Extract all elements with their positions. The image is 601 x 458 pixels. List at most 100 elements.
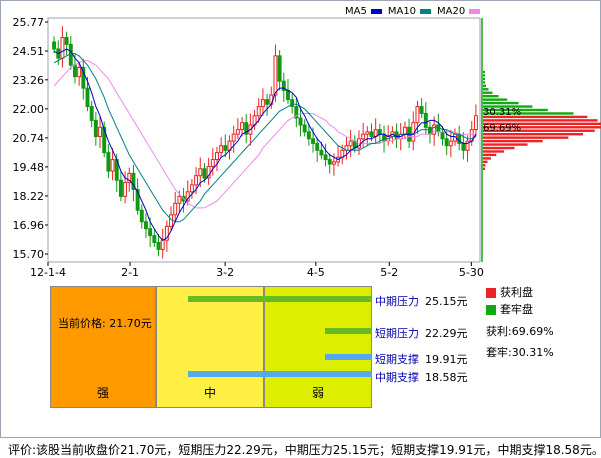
candle-body — [315, 142, 320, 151]
profit-ratio: 获利:69.69% — [486, 325, 554, 338]
level-short-support-label: 短期支撑 — [375, 353, 419, 366]
level-short-support: 短期支撑 19.91元 — [375, 351, 468, 367]
chip-bar — [483, 101, 519, 105]
candle-body — [298, 117, 303, 126]
chip-distribution — [483, 70, 601, 170]
level-mid-support: 中期支撑 18.58元 — [375, 369, 468, 385]
chip-bar — [483, 74, 485, 77]
candle-body — [348, 140, 353, 147]
candle-body — [444, 138, 449, 147]
level-bar — [188, 371, 372, 377]
y-tick-label: 16.96 — [13, 219, 45, 232]
candle-body — [123, 182, 128, 197]
chip-bar — [483, 136, 569, 139]
x-tick-label: 12-1-4 — [30, 266, 66, 279]
trapped-pct-label: 30.31% — [483, 107, 521, 118]
candle-body — [319, 149, 324, 156]
candle-body — [361, 133, 366, 140]
x-tick-label: 4-5 — [307, 266, 325, 279]
level-mid-support-value: 18.58元 — [425, 371, 468, 384]
candle-body — [198, 168, 203, 177]
candle-body — [93, 119, 98, 138]
candlestick-chart: 25.77 24.51 23.26 22.00 20.74 19.48 18.22 16.96… — [13, 16, 601, 279]
candle-body — [106, 152, 111, 172]
chip-bar — [483, 84, 486, 88]
candle-body — [265, 99, 270, 105]
zone-medium: 中 — [156, 286, 264, 408]
candle-body — [402, 126, 407, 135]
summary-text: 评价:该股当前收盘价21.70元，短期压力22.29元，中期压力25.15元；短… — [8, 443, 601, 457]
y-tick-label: 20.74 — [13, 132, 45, 145]
chip-bar — [483, 70, 485, 74]
zone-medium-label: 中 — [203, 386, 216, 400]
candle-body — [290, 99, 295, 108]
x-tick-label: 5-30 — [459, 266, 484, 279]
x-tick-label: 2-1 — [121, 266, 139, 279]
candle-body — [260, 99, 265, 108]
candle-body — [64, 36, 69, 45]
candle-body — [377, 129, 382, 135]
y-tick-label: 25.77 — [13, 16, 45, 29]
chip-bar — [483, 91, 493, 94]
candle-body — [369, 131, 374, 138]
x-tick-label: 5-2 — [380, 266, 398, 279]
candle-body — [85, 87, 90, 108]
candle-body — [461, 142, 466, 151]
chip-bar — [483, 164, 486, 167]
chip-bar — [483, 94, 499, 98]
current-price-value: 21.70元 — [109, 317, 152, 330]
candle-body — [302, 124, 307, 133]
candle-body — [327, 159, 332, 165]
legend-profit: 获利盘 — [486, 284, 533, 300]
level-bar — [325, 354, 372, 360]
candle-body — [160, 239, 165, 250]
candle-body — [173, 202, 178, 216]
chip-bar — [483, 153, 497, 157]
zone-weak-label: 弱 — [311, 386, 324, 400]
y-tick-label: 24.51 — [13, 45, 45, 58]
candle-body — [215, 152, 219, 161]
chip-bar — [483, 157, 491, 160]
candle-body — [256, 106, 261, 117]
current-price-label: 当前价格: — [58, 317, 106, 330]
candle-body — [202, 168, 207, 179]
candle-body — [194, 175, 199, 186]
candle-body — [52, 41, 57, 50]
candle-body — [240, 122, 244, 131]
candle-body — [148, 228, 153, 237]
candle-body — [189, 184, 194, 193]
trapped-swatch — [486, 305, 496, 315]
current-price: 当前价格: 21.70元 — [58, 315, 152, 331]
level-short-resistance: 短期压力 22.29元 — [375, 325, 468, 341]
candle-body — [60, 36, 65, 59]
level-short-support-value: 19.91元 — [425, 353, 468, 366]
legend-trapped-label: 套牢盘 — [500, 303, 533, 316]
candle-body — [77, 66, 82, 78]
candle-body — [235, 129, 240, 135]
chip-bar — [483, 139, 543, 143]
candle-body — [139, 209, 144, 223]
candle-body — [331, 161, 336, 165]
level-mid-resistance: 中期压力 25.15元 — [375, 293, 468, 309]
candle-body — [448, 140, 453, 147]
candle-body — [219, 145, 224, 154]
candle-body — [89, 106, 94, 121]
profit-swatch — [486, 288, 496, 298]
chip-bar — [483, 150, 505, 153]
chip-bar — [483, 160, 488, 164]
candle-body — [177, 195, 182, 204]
candle-body — [231, 133, 236, 142]
candle-body — [277, 55, 282, 82]
candle-body — [144, 221, 148, 230]
chip-bar — [483, 167, 485, 170]
chip-bar — [483, 88, 489, 91]
level-bar — [188, 296, 372, 302]
candle-body — [306, 131, 311, 140]
candle-body — [169, 214, 173, 227]
candle-body — [118, 179, 123, 197]
x-axis: 12-1-4 2-1 3-2 4-5 5-2 5-30 — [30, 262, 484, 279]
y-axis: 25.77 24.51 23.26 22.00 20.74 19.48 18.22 16.96… — [13, 16, 48, 261]
y-tick-label: 22.00 — [13, 103, 45, 116]
chip-bar — [483, 146, 515, 150]
y-tick-label: 19.48 — [13, 161, 45, 174]
